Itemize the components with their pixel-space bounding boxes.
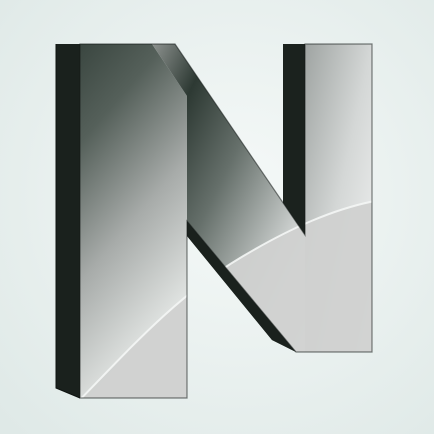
app-icon-canvas bbox=[0, 0, 434, 434]
n-letter-logo-icon bbox=[0, 0, 434, 434]
